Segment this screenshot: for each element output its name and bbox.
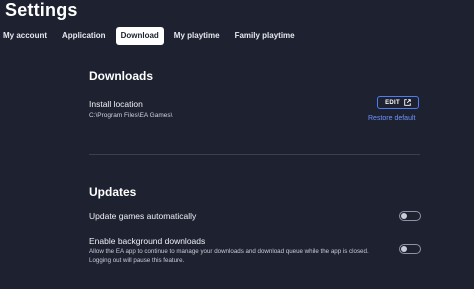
background-downloads-label: Enable background downloads (89, 236, 206, 246)
restore-default-link[interactable]: Restore default (368, 115, 415, 122)
auto-update-label: Update games automatically (89, 211, 197, 221)
install-location-label: Install location (89, 99, 143, 109)
edit-button[interactable]: EDIT (377, 96, 419, 109)
updates-heading: Updates (89, 185, 137, 199)
page-title: Settings (5, 0, 78, 20)
external-link-icon (404, 99, 411, 106)
tab-my-playtime[interactable]: My playtime (169, 27, 225, 45)
tab-family-playtime[interactable]: Family playtime (230, 27, 300, 45)
tab-my-account[interactable]: My account (0, 27, 52, 45)
toggle-knob (401, 246, 407, 252)
auto-update-toggle[interactable] (399, 211, 421, 221)
downloads-heading: Downloads (89, 69, 154, 83)
tab-application[interactable]: Application (57, 27, 111, 45)
settings-tabs: My account Application Download My playt… (0, 27, 300, 45)
tab-download[interactable]: Download (115, 27, 164, 45)
section-divider (89, 154, 420, 155)
background-downloads-toggle[interactable] (399, 244, 421, 254)
background-downloads-description: Allow the EA app to continue to manage y… (89, 248, 369, 264)
toggle-knob (401, 213, 407, 219)
edit-button-label: EDIT (385, 99, 400, 106)
install-location-path: C:\Program Files\EA Games\ (89, 112, 173, 119)
